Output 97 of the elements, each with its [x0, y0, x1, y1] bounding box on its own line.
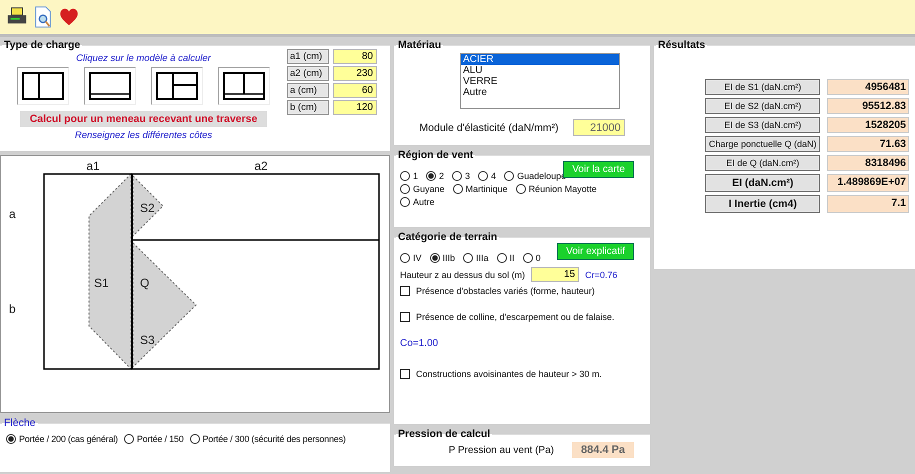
result-label: EI de S3 (daN.cm²) — [705, 117, 820, 133]
panel-title: Région de vent — [397, 149, 474, 161]
option-label: IV — [413, 253, 422, 263]
radio-button[interactable] — [516, 184, 526, 194]
field-label: P Pression au vent (Pa) — [448, 444, 554, 456]
zone-label: S1 — [94, 276, 109, 290]
radio-button[interactable] — [400, 253, 410, 263]
list-item[interactable]: Autre — [461, 87, 619, 98]
option-label: Portée / 200 (cas général) — [19, 434, 118, 444]
dimension-input[interactable]: 60 — [333, 83, 377, 98]
option-label: 4 — [491, 171, 496, 181]
option-label: 2 — [439, 171, 444, 181]
radio-button[interactable] — [124, 434, 134, 444]
dimension-label: a1 (cm) — [287, 49, 329, 64]
option-label: IIIb — [442, 253, 456, 263]
window-model-button[interactable] — [17, 67, 69, 105]
zone-label: S3 — [140, 333, 155, 347]
radio-button[interactable] — [426, 171, 436, 181]
dimension-label: a2 (cm) — [287, 66, 329, 81]
hint-text: Cliquez sur le modèle à calculer — [76, 53, 211, 64]
list-item[interactable]: ALU — [461, 65, 619, 76]
radio-button[interactable] — [452, 184, 463, 194]
option-label: 0 — [536, 253, 541, 263]
list-item[interactable]: VERRE — [461, 76, 619, 87]
list-item[interactable]: ACIER — [461, 54, 619, 65]
result-value: 71.63 — [827, 136, 909, 152]
radio-button[interactable] — [478, 171, 488, 181]
result-value: 1528205 — [827, 117, 909, 133]
note-text: Renseignez les différentes côtes — [74, 130, 212, 141]
radio-button[interactable] — [400, 171, 410, 181]
dimension-label: a1 — [86, 159, 100, 173]
result-value: 8318496 — [827, 155, 909, 171]
radio-button[interactable] — [430, 253, 440, 263]
checkbox-label: Présence de colline, d'escarpement ou de falaise. — [416, 312, 614, 322]
field-label: Hauteur z au dessus du sol (m) — [400, 270, 526, 280]
option-label: Portée / 150 — [136, 434, 184, 444]
window-model-button[interactable] — [151, 67, 203, 105]
coefficient-text: Cr=0.76 — [585, 270, 618, 280]
radio-button[interactable] — [463, 253, 474, 263]
result-value: 4956481 — [827, 79, 909, 95]
checkbox[interactable] — [400, 286, 410, 296]
zone-label: S2 — [140, 201, 155, 215]
coefficient-text: Co=1.00 — [400, 338, 440, 349]
option-label: Portée / 300 (sécurité des personnes) — [202, 434, 346, 444]
result-value: 7.1 — [827, 195, 909, 213]
option-label: Guyane — [413, 184, 445, 194]
radio-button[interactable] — [400, 184, 410, 194]
dimension-label: a2 — [254, 159, 268, 173]
option-label: IIIa — [476, 253, 489, 263]
result-label: EI de S2 (daN.cm²) — [705, 98, 820, 114]
panel-title: Type de charge — [3, 39, 82, 51]
height-input[interactable]: 15 — [531, 267, 580, 282]
material-list[interactable]: ACIER ALU VERRE Autre — [460, 53, 620, 109]
option-label: 3 — [465, 171, 470, 181]
radio-button[interactable] — [6, 434, 16, 444]
window-model-button[interactable] — [218, 67, 270, 105]
result-label: EI (daN.cm²) — [705, 174, 820, 192]
option-label: Réunion Mayotte — [528, 184, 597, 194]
result-label: I Inertie (cm4) — [705, 195, 820, 213]
radio-button[interactable] — [522, 253, 533, 263]
dimension-input[interactable]: 80 — [333, 49, 377, 64]
calculation-banner: Calcul pour un meneau recevant une traverse — [20, 111, 268, 127]
panel-title: Matériau — [397, 39, 442, 51]
dimension-input[interactable]: 230 — [333, 66, 377, 81]
dimension-label: a (cm) — [287, 83, 329, 98]
radio-button[interactable] — [190, 434, 200, 444]
result-value: 95512.83 — [827, 98, 909, 114]
radio-button[interactable] — [496, 253, 507, 263]
dimension-label: a — [9, 207, 16, 221]
option-label: Martinique — [466, 184, 508, 194]
option-label: II — [510, 253, 515, 263]
result-value: 1.489869E+07 — [827, 174, 909, 192]
dimension-label: b — [9, 302, 16, 316]
checkbox[interactable] — [400, 312, 410, 322]
panel-title: Résultats — [657, 39, 706, 51]
pressure-value: 884.4 Pa — [572, 442, 634, 458]
result-label: EI de S1 (daN.cm²) — [705, 79, 820, 95]
dimension-label: b (cm) — [287, 100, 329, 115]
dimension-input[interactable]: 120 — [333, 100, 377, 115]
panel-title: Catégorie de terrain — [397, 231, 498, 243]
result-label: EI de Q (daN.cm²) — [705, 155, 820, 171]
radio-button[interactable] — [400, 197, 410, 207]
checkbox[interactable] — [400, 369, 410, 379]
modulus-input[interactable]: 21000 — [572, 119, 625, 136]
zone-label: Q — [140, 276, 150, 290]
option-label: Autre — [413, 197, 435, 207]
checkbox-label: Présence d'obstacles variés (forme, hauteur) — [416, 286, 595, 296]
print-preview-icon[interactable] — [32, 5, 54, 29]
panel-title: Flèche — [3, 417, 37, 429]
result-label: Charge ponctuelle Q (daN) — [705, 136, 820, 152]
radio-button[interactable] — [504, 171, 514, 181]
radio-button[interactable] — [452, 171, 462, 181]
checkbox-label: Constructions avoisinantes de hauteur > 30 m. — [416, 369, 602, 379]
field-label: Module d'élasticité (daN/mm²) — [419, 122, 559, 134]
window-model-button[interactable] — [84, 67, 136, 105]
option-label: 1 — [413, 171, 418, 181]
panel-title: Pression de calcul — [397, 428, 492, 440]
